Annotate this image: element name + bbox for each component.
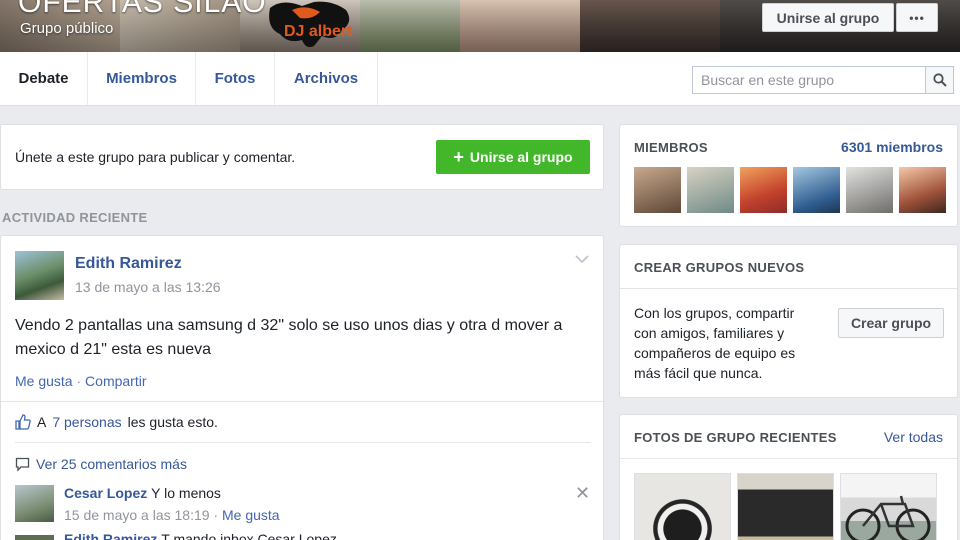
group-name[interactable]: OFERTAS SILAO bbox=[18, 0, 267, 20]
bicycle-image bbox=[845, 495, 931, 540]
post-card: Edith Ramirez 13 de mayo a las 13:26 Ven… bbox=[0, 235, 604, 540]
post-timestamp[interactable]: 13 de mayo a las 13:26 bbox=[75, 279, 221, 295]
group-tab-bar: Debate Miembros Fotos Archivos bbox=[0, 52, 960, 106]
comment-line: Edith Ramirez T mando inbox Cesar Lopez bbox=[64, 531, 337, 540]
photo-thumbnails bbox=[634, 473, 937, 540]
comment-meta: 15 de mayo a las 18:19 · Me gusta bbox=[64, 507, 280, 523]
create-groups-title: CREAR GRUPOS NUEVOS bbox=[634, 260, 805, 275]
join-prompt-card: Únete a este grupo para publicar y comen… bbox=[0, 124, 604, 190]
logo-text: DJ albert bbox=[284, 23, 353, 40]
action-separator: · bbox=[76, 373, 82, 389]
create-groups-text: Con los grupos, compartir con amigos, fa… bbox=[634, 305, 796, 381]
ellipsis-icon: ••• bbox=[909, 10, 925, 25]
post-body-text: Vendo 2 pantallas una samsung d 32" solo… bbox=[15, 317, 563, 358]
recent-photos-card: FOTOS DE GRUPO RECIENTES Ver todas bbox=[619, 414, 958, 540]
comment-text: Y lo menos bbox=[151, 485, 221, 501]
comment: Cesar Lopez Y lo menos 15 de mayo a las … bbox=[15, 482, 595, 523]
close-icon[interactable]: ✕ bbox=[575, 483, 590, 504]
thumbs-up-icon bbox=[15, 414, 31, 430]
post-author[interactable]: Edith Ramirez bbox=[75, 255, 182, 273]
comment-line: Cesar Lopez Y lo menos bbox=[64, 485, 221, 501]
member-avatar[interactable] bbox=[793, 167, 840, 213]
photo-thumbnail[interactable] bbox=[634, 473, 731, 540]
member-avatar[interactable] bbox=[687, 167, 734, 213]
likes-prefix: A bbox=[37, 414, 47, 430]
search-input[interactable] bbox=[693, 67, 925, 93]
comment-separator: · bbox=[213, 507, 219, 523]
like-link[interactable]: Me gusta bbox=[15, 373, 73, 389]
avatar[interactable] bbox=[15, 251, 64, 300]
likes-people-link[interactable]: 7 personas bbox=[52, 414, 121, 430]
members-card: MIEMBROS 6301 miembros bbox=[619, 124, 958, 227]
share-link[interactable]: Compartir bbox=[85, 373, 146, 389]
recent-activity-label: ACTIVIDAD RECIENTE bbox=[2, 210, 148, 225]
member-avatar[interactable] bbox=[846, 167, 893, 213]
join-group-green-button[interactable]: + Unirse al grupo bbox=[436, 140, 590, 174]
more-options-button[interactable]: ••• bbox=[896, 3, 938, 32]
see-all-photos-link[interactable]: Ver todas bbox=[884, 429, 943, 445]
members-title: MIEMBROS bbox=[634, 140, 708, 155]
tab-fotos[interactable]: Fotos bbox=[196, 52, 275, 105]
tab-debate[interactable]: Debate bbox=[0, 52, 88, 105]
join-group-button[interactable]: Unirse al grupo bbox=[762, 3, 894, 32]
tab-archivos[interactable]: Archivos bbox=[275, 52, 378, 105]
member-avatar[interactable] bbox=[899, 167, 946, 213]
member-avatar[interactable] bbox=[634, 167, 681, 213]
group-privacy-label: Grupo público bbox=[20, 20, 114, 37]
dj-albert-logo: DJ albert bbox=[269, 1, 353, 48]
photo-thumbnail[interactable] bbox=[840, 473, 937, 540]
search-button[interactable] bbox=[925, 67, 953, 93]
member-thumbnails bbox=[634, 167, 946, 213]
comment-author[interactable]: Edith Ramirez bbox=[64, 531, 157, 540]
search-icon bbox=[932, 73, 947, 87]
avatar[interactable] bbox=[15, 535, 54, 540]
members-count-link[interactable]: 6301 miembros bbox=[841, 139, 943, 155]
chevron-down-icon[interactable] bbox=[575, 254, 589, 264]
comment-timestamp[interactable]: 15 de mayo a las 18:19 bbox=[64, 507, 210, 523]
view-more-comments[interactable]: Ver 25 comentarios más bbox=[15, 456, 187, 472]
group-cover: DJ albert OFERTAS SILAO Grupo público Un… bbox=[0, 0, 960, 52]
plus-icon: + bbox=[453, 147, 464, 167]
comment-like-link[interactable]: Me gusta bbox=[222, 507, 280, 523]
recent-photos-title: FOTOS DE GRUPO RECIENTES bbox=[634, 430, 837, 445]
comment-text: T mando inbox Cesar Lopez bbox=[161, 531, 337, 540]
join-prompt-text: Únete a este grupo para publicar y comen… bbox=[15, 149, 296, 165]
likes-summary: A 7 personas les gusta esto. bbox=[15, 414, 218, 430]
photo-thumbnail[interactable] bbox=[737, 473, 834, 540]
view-more-comments-label: Ver 25 comentarios más bbox=[36, 456, 187, 472]
post-actions: Me gusta · Compartir bbox=[15, 373, 147, 389]
member-avatar[interactable] bbox=[740, 167, 787, 213]
comment-author[interactable]: Cesar Lopez bbox=[64, 485, 147, 501]
comment: Edith Ramirez T mando inbox Cesar Lopez bbox=[15, 531, 595, 540]
likes-suffix: les gusta esto. bbox=[127, 414, 218, 430]
tab-miembros[interactable]: Miembros bbox=[88, 52, 196, 105]
comment-bubble-icon bbox=[15, 457, 30, 472]
create-group-button[interactable]: Crear grupo bbox=[838, 308, 944, 338]
group-search bbox=[692, 66, 954, 94]
join-group-green-label: Unirse al grupo bbox=[469, 149, 573, 165]
avatar[interactable] bbox=[15, 485, 54, 522]
